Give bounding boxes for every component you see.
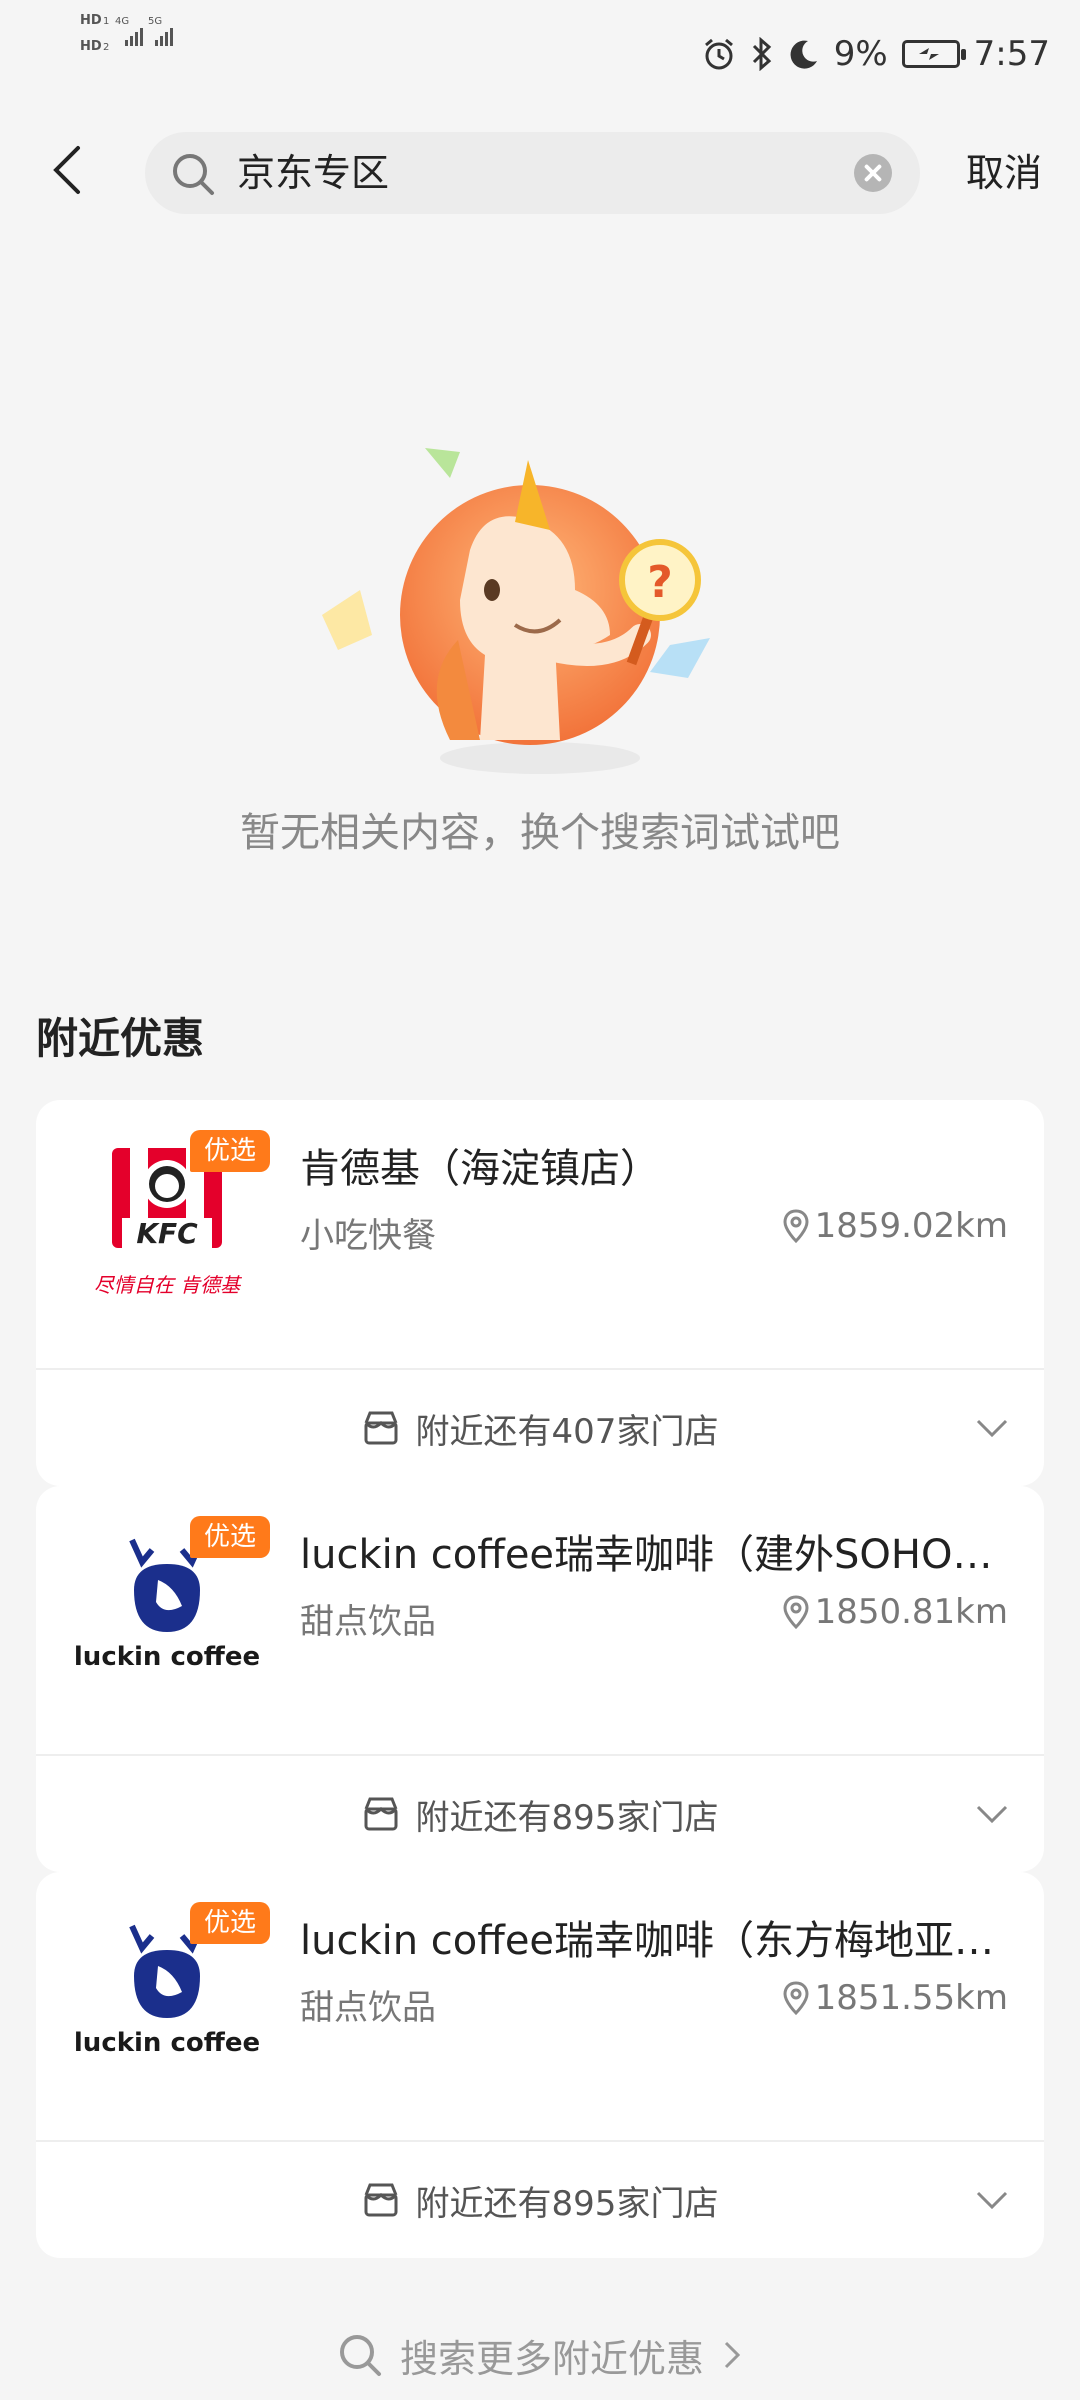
store-icon: [364, 1797, 398, 1831]
svg-text:luckin coffee: luckin coffee: [74, 1642, 260, 1672]
search-icon: [339, 2335, 381, 2376]
store-card-main[interactable]: KFC 尽情自在 肯德基 优选 肯德基（海淀镇店） 小吃快餐 1859.02km: [36, 1100, 1044, 1368]
store-icon: [364, 2183, 398, 2217]
search-more-label: 搜索更多附近优惠: [399, 2336, 704, 2381]
alarm-icon: [704, 38, 733, 70]
back-icon[interactable]: [40, 140, 100, 200]
store-icon: [364, 1411, 398, 1445]
status-right: 9% 7:57: [702, 30, 1050, 78]
store-category: 甜点饮品: [300, 1602, 436, 1642]
featured-badge: 优选: [190, 1516, 271, 1558]
location-pin-icon: [783, 1209, 809, 1243]
svg-text:luckin coffee: luckin coffee: [74, 2028, 260, 2058]
distance-value: 1850.81km: [814, 1592, 1008, 1632]
search-header: 京东专区 取消: [0, 110, 1080, 235]
distance-value: 1851.55km: [814, 1978, 1008, 2018]
svg-text:HD: HD: [80, 13, 102, 28]
clear-icon[interactable]: [854, 154, 892, 192]
battery-percent: 9%: [833, 34, 888, 74]
featured-badge: 优选: [190, 1902, 271, 1944]
store-name[interactable]: luckin coffee瑞幸咖啡（建外SOHO…: [300, 1522, 1000, 1580]
svg-text:KFC: KFC: [136, 1217, 198, 1250]
cancel-button[interactable]: 取消: [966, 132, 1042, 214]
empty-state: ? 暂无相关内容，换个搜索词试试吧: [0, 440, 1080, 860]
store-card[interactable]: luckin coffee 优选 luckin coffee瑞幸咖啡（东方梅地亚…: [36, 1872, 1044, 2258]
store-distance: 1850.81km: [783, 1592, 1008, 1632]
store-card-main[interactable]: luckin coffee 优选 luckin coffee瑞幸咖啡（东方梅地亚…: [36, 1872, 1044, 2140]
more-stores-row[interactable]: 附近还有895家门店: [36, 2142, 1044, 2258]
featured-badge: 优选: [190, 1130, 271, 1172]
section-title-nearby: 附近优惠: [36, 1014, 205, 1063]
more-stores-label: 附近还有895家门店: [415, 1797, 719, 1838]
battery-icon: [901, 40, 966, 68]
store-name[interactable]: luckin coffee瑞幸咖啡（东方梅地亚…: [300, 1908, 1000, 1966]
svg-text:尽情自在 肯德基: 尽情自在 肯德基: [94, 1273, 242, 1297]
more-stores-row[interactable]: 附近还有407家门店: [36, 1370, 1044, 1486]
chevron-down-icon[interactable]: [974, 1796, 1010, 1832]
store-name[interactable]: 肯德基（海淀镇店）: [300, 1136, 1000, 1194]
svg-text:4G: 4G: [115, 16, 129, 27]
svg-text:1: 1: [103, 16, 109, 27]
store-card[interactable]: KFC 尽情自在 肯德基 优选 肯德基（海淀镇店） 小吃快餐 1859.02km…: [36, 1100, 1044, 1486]
store-distance: 1859.02km: [783, 1206, 1008, 1246]
svg-text:HD: HD: [80, 39, 102, 54]
clock: 7:57: [973, 34, 1050, 74]
more-stores-label: 附近还有895家门店: [415, 2183, 719, 2224]
distance-value: 1859.02km: [814, 1206, 1008, 1246]
more-stores-label: 附近还有407家门店: [415, 1411, 719, 1452]
svg-text:?: ?: [647, 557, 673, 608]
store-category: 小吃快餐: [300, 1216, 436, 1256]
mascot-illustration: ?: [322, 448, 710, 774]
empty-message: 暂无相关内容，换个搜索词试试吧: [240, 810, 840, 856]
signal-icons: HD HD 1 2 4G 5G: [80, 13, 173, 54]
store-distance: 1851.55km: [783, 1978, 1008, 2018]
location-pin-icon: [783, 1595, 809, 1629]
store-card[interactable]: luckin coffee 优选 luckin coffee瑞幸咖啡（建外SOH…: [36, 1486, 1044, 1872]
location-pin-icon: [783, 1981, 809, 2015]
chevron-down-icon[interactable]: [974, 1410, 1010, 1446]
store-category: 甜点饮品: [300, 1988, 436, 2028]
svg-text:2: 2: [103, 42, 109, 53]
moon-icon: [790, 40, 817, 69]
store-card-main[interactable]: luckin coffee 优选 luckin coffee瑞幸咖啡（建外SOH…: [36, 1486, 1044, 1754]
search-query[interactable]: 京东专区: [237, 132, 389, 214]
search-input[interactable]: 京东专区: [145, 132, 920, 214]
more-stores-row[interactable]: 附近还有895家门店: [36, 1756, 1044, 1872]
search-more-button[interactable]: 搜索更多附近优惠: [0, 2320, 1080, 2390]
status-bar: HD HD 1 2 4G 5G 9% 7:57: [0, 0, 1080, 110]
chevron-down-icon[interactable]: [974, 2182, 1010, 2218]
search-icon: [173, 154, 214, 195]
svg-text:5G: 5G: [148, 16, 162, 27]
bluetooth-icon: [752, 37, 771, 71]
chevron-right-icon: [724, 2341, 741, 2369]
